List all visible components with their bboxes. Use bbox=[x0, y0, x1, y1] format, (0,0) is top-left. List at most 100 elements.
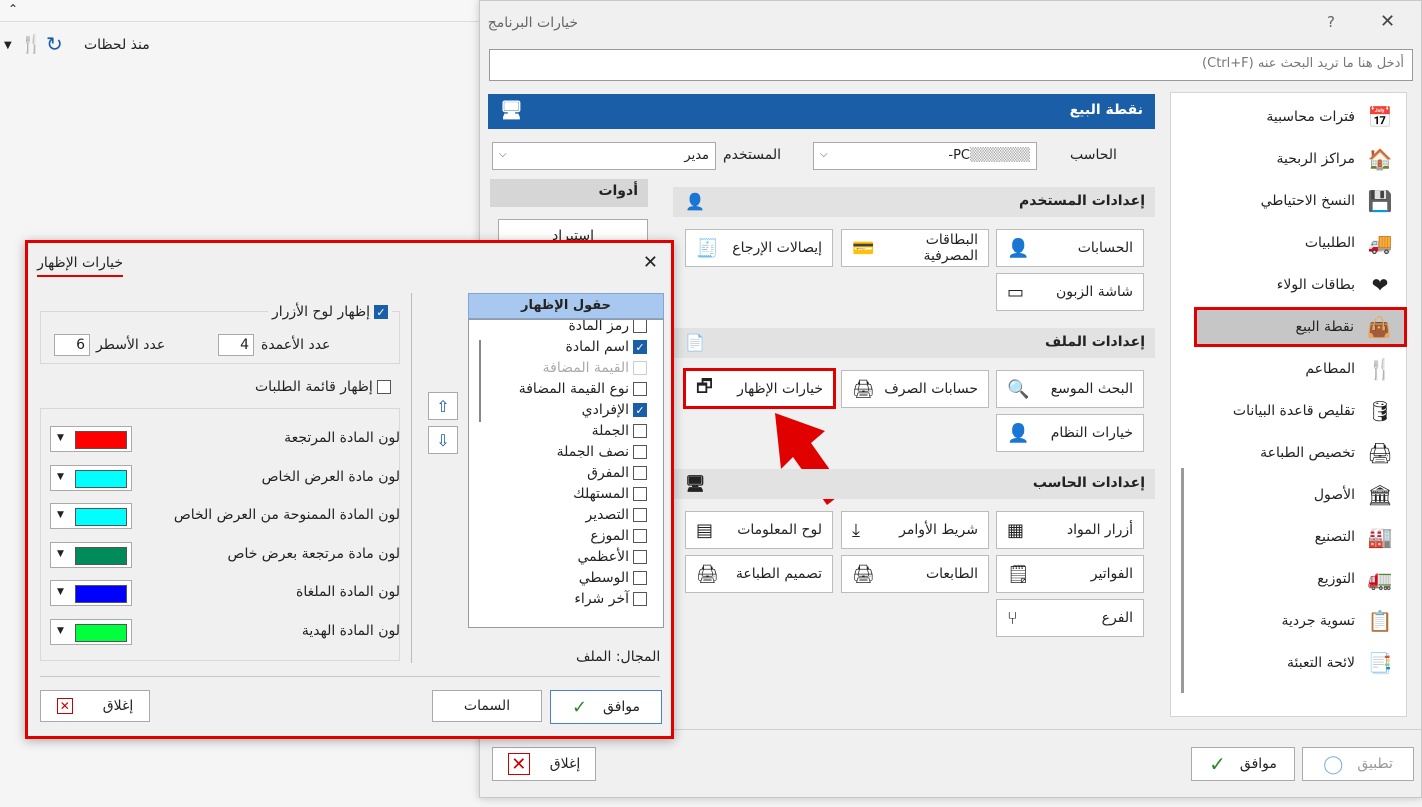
tile-return-receipts[interactable]: إيصالات الإرجاع 🧾 bbox=[685, 229, 833, 267]
tile-item-buttons[interactable]: أزرار المواد ▦ bbox=[996, 511, 1144, 549]
file-icon: 📄 bbox=[685, 333, 705, 352]
dialog-ok-button[interactable]: موافق ✓ bbox=[550, 690, 662, 724]
checkbox-unchecked[interactable] bbox=[633, 550, 647, 564]
checkbox-unchecked[interactable] bbox=[633, 466, 647, 480]
computer-select[interactable]: ▒▒▒▒▒▒PC- ⌵ bbox=[813, 142, 1037, 170]
tile-info-board[interactable]: لوح المعلومات ▤ bbox=[685, 511, 833, 549]
move-down-button[interactable]: ⇩ bbox=[428, 426, 458, 454]
dialog-close-icon[interactable]: ✕ bbox=[643, 252, 658, 273]
checkbox-unchecked[interactable] bbox=[633, 571, 647, 585]
tile-invoices[interactable]: الفواتير 🗒 bbox=[996, 555, 1144, 593]
columns-input[interactable]: 4 bbox=[218, 334, 254, 356]
checkbox-checked[interactable]: ✓ bbox=[633, 340, 647, 354]
printer-icon: 🖨 bbox=[1367, 441, 1393, 465]
check-icon: ✓ bbox=[571, 696, 588, 718]
field-item[interactable]: القيمة المضافة bbox=[487, 358, 647, 378]
field-item[interactable]: ✓ الإفرادي bbox=[487, 400, 647, 420]
checkbox-unchecked[interactable] bbox=[633, 487, 647, 501]
sidebar-item[interactable]: 🏠 مراكز الربحية bbox=[1195, 139, 1405, 179]
sidebar-item[interactable]: ❤ بطاقات الولاء bbox=[1195, 265, 1405, 305]
sidebar-item[interactable]: 📑 لائحة التعبئة bbox=[1195, 643, 1405, 683]
checkbox-unchecked[interactable] bbox=[633, 529, 647, 543]
rows-input[interactable]: 6 bbox=[54, 334, 90, 356]
profit-center-icon: 🏠 bbox=[1367, 147, 1393, 171]
sidebar-item[interactable]: 👜 نقطة البيع bbox=[1194, 307, 1407, 347]
color-picker[interactable]: ▼ bbox=[50, 426, 132, 452]
field-item[interactable]: رمز المادة bbox=[487, 320, 647, 336]
sidebar-item[interactable]: 🖨 تخصيص الطباعة bbox=[1195, 433, 1405, 473]
rows-label: عدد الأسطر bbox=[96, 337, 166, 353]
field-item[interactable]: نوع القيمة المضافة bbox=[487, 379, 647, 399]
show-orders-list-checkbox[interactable]: إظهار قائمة الطلبات bbox=[255, 379, 391, 395]
checkbox-unchecked[interactable] bbox=[633, 445, 647, 459]
checkbox-unchecked[interactable] bbox=[633, 382, 647, 396]
chevron-up-icon[interactable]: ⌃ bbox=[8, 2, 18, 16]
ok-button[interactable]: موافق ✓ bbox=[1191, 747, 1295, 781]
tile-command-bar[interactable]: شريط الأوامر ⤓ bbox=[841, 511, 989, 549]
color-swatch bbox=[75, 431, 127, 449]
color-picker[interactable]: ▼ bbox=[50, 464, 132, 491]
close-icon[interactable]: ✕ bbox=[1380, 11, 1395, 32]
field-item[interactable]: التصدير bbox=[487, 505, 647, 525]
field-item[interactable]: المفرق bbox=[487, 463, 647, 483]
checkbox-unchecked[interactable] bbox=[633, 361, 647, 375]
move-up-button[interactable]: ⇧ bbox=[428, 392, 458, 420]
user-select[interactable]: مدير ⌵ bbox=[492, 142, 716, 170]
checkbox-unchecked[interactable] bbox=[633, 592, 647, 606]
tile-system-options[interactable]: خيارات النظام 👤 bbox=[996, 414, 1144, 452]
tile-accounts[interactable]: الحسابات 👤 bbox=[996, 229, 1144, 267]
help-icon[interactable]: ? bbox=[1327, 13, 1335, 31]
show-buttons-panel-checkbox[interactable]: ✓ إظهار لوح الأزرار bbox=[268, 304, 392, 320]
fields-scrollbar[interactable] bbox=[479, 340, 481, 422]
tile-print-design[interactable]: تصميم الطباعة 🖨 bbox=[685, 555, 833, 593]
search-plus-icon: 🔍 bbox=[1007, 378, 1030, 400]
tile-label: البحث الموسع bbox=[1050, 381, 1133, 397]
sidebar-item[interactable]: 🍴 المطاعم bbox=[1195, 349, 1405, 389]
field-item[interactable]: المستهلك bbox=[487, 484, 647, 504]
field-item[interactable]: الموزع bbox=[487, 526, 647, 546]
tile-branch[interactable]: الفرع ⑂ bbox=[996, 599, 1144, 637]
sidebar-item[interactable]: 🏭 التصنيع bbox=[1195, 517, 1405, 557]
tile-customer-screen[interactable]: شاشة الزبون ▭ bbox=[996, 273, 1144, 311]
field-item[interactable]: الأعظمي bbox=[487, 547, 647, 567]
sidebar-item[interactable]: 📋 تسوية جردية bbox=[1195, 601, 1405, 641]
sidebar-item[interactable]: 🚛 التوزيع bbox=[1195, 559, 1405, 599]
clipboard-icon: 📋 bbox=[1367, 609, 1393, 633]
tile-exchange-accounts[interactable]: حسابات الصرف 🖨 bbox=[841, 370, 989, 408]
search-input[interactable]: أدخل هنا ما تريد البحث عنه (Ctrl+F) bbox=[489, 49, 1413, 81]
tools-icon[interactable]: 🍴 bbox=[20, 34, 42, 55]
database-icon: 🛢 bbox=[1367, 399, 1393, 423]
checkbox-unchecked[interactable] bbox=[633, 320, 647, 333]
field-item[interactable]: نصف الجملة bbox=[487, 442, 647, 462]
tile-label: خيارات النظام bbox=[1050, 425, 1133, 441]
sidebar-item[interactable]: 🚚 الطلبيات bbox=[1195, 223, 1405, 263]
tile-label: البطاقات المصرفية bbox=[923, 232, 978, 264]
checkbox-unchecked[interactable] bbox=[633, 508, 647, 522]
tile-printers[interactable]: الطابعات 🖨 bbox=[841, 555, 989, 593]
dialog-close-button[interactable]: إغلاق ✕ bbox=[40, 690, 150, 722]
color-picker[interactable]: ▼ bbox=[50, 541, 132, 568]
sidebar-item[interactable]: 🏛 الأصول bbox=[1195, 475, 1405, 515]
color-picker[interactable]: ▼ bbox=[50, 618, 132, 645]
tile-display-options[interactable]: خيارات الإظهار 🗗 bbox=[683, 368, 836, 409]
sidebar-item[interactable]: 💾 النسخ الاحتياطي bbox=[1195, 181, 1405, 221]
sidebar-item[interactable]: 📅 فترات محاسبية bbox=[1195, 97, 1405, 137]
field-item[interactable]: ✓ اسم المادة bbox=[487, 337, 647, 357]
checkbox-checked[interactable]: ✓ bbox=[633, 403, 647, 417]
field-item[interactable]: الوسطي bbox=[487, 568, 647, 588]
sidebar-scrollbar[interactable] bbox=[1181, 468, 1184, 693]
field-item[interactable]: آخر شراء bbox=[487, 589, 647, 609]
themes-button[interactable]: السمات bbox=[432, 690, 542, 722]
tile-extended-search[interactable]: البحث الموسع 🔍 bbox=[996, 370, 1144, 408]
sidebar-item[interactable]: 🛢 تقليص قاعدة البيانات bbox=[1195, 391, 1405, 431]
dropdown-arrow-icon[interactable]: ▼ bbox=[4, 40, 12, 51]
color-picker[interactable]: ▼ bbox=[50, 503, 132, 529]
color-label: لون المادة المرتجعة bbox=[284, 430, 400, 446]
apply-button[interactable]: تطبيق ◯ bbox=[1302, 747, 1414, 781]
tile-bank-cards[interactable]: البطاقات المصرفية 💳 bbox=[841, 229, 989, 267]
checkbox-unchecked[interactable] bbox=[633, 424, 647, 438]
close-button[interactable]: إغلاق ✕ bbox=[492, 747, 596, 781]
color-picker[interactable]: ▼ bbox=[50, 580, 132, 606]
field-item[interactable]: الجملة bbox=[487, 421, 647, 441]
refresh-icon[interactable]: ↻ bbox=[46, 32, 63, 56]
